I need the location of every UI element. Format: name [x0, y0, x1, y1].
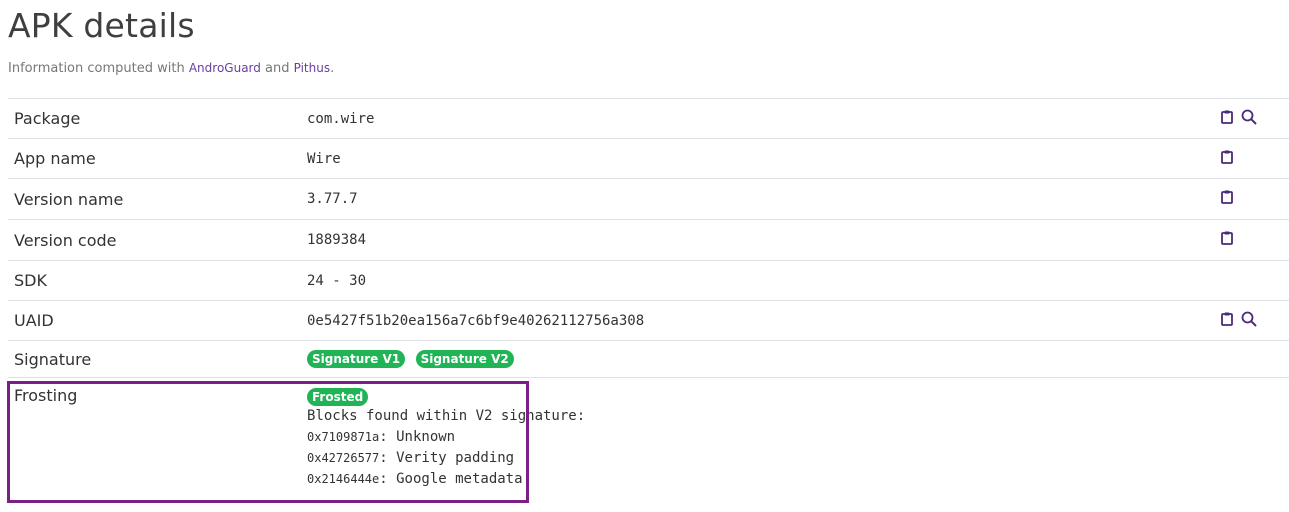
row-label: Package	[14, 109, 81, 128]
list-item: 0x42726577: Verity padding	[307, 448, 1219, 469]
status-badge: Frosted	[307, 388, 369, 406]
row-value: com.wire	[307, 110, 375, 127]
table-row-sdk: SDK 24 - 30	[8, 260, 1289, 301]
clipboard-icon[interactable]	[1219, 109, 1235, 129]
table-row-version-name: Version name 3.77.7	[8, 178, 1289, 220]
row-label: App name	[14, 149, 96, 168]
row-value: 1889384	[307, 232, 367, 248]
subtitle-suffix: .	[330, 61, 335, 76]
clipboard-icon[interactable]	[1219, 311, 1235, 331]
row-label: UAID	[14, 311, 54, 330]
frosting-details: Frosted Blocks found within V2 signature…	[307, 378, 1219, 491]
table-row-app-name: App name Wire	[8, 138, 1289, 179]
clipboard-icon[interactable]	[1219, 230, 1235, 250]
signature-badges: Signature V1 Signature V2	[307, 341, 1219, 378]
row-actions	[1219, 99, 1289, 139]
list-item: 0x7109871a: Unknown	[307, 427, 1219, 448]
row-value: 0e5427f51b20ea156a7c6bf9e40262112756a308	[307, 312, 645, 329]
row-value: 3.77.7	[307, 191, 358, 207]
androguard-link[interactable]: AndroGuard	[189, 61, 261, 75]
row-actions	[1219, 261, 1289, 301]
status-badge: Signature V2	[415, 350, 514, 368]
page-subtitle: Information computed with AndroGuard and…	[8, 61, 334, 76]
pithus-link[interactable]: Pithus	[294, 61, 330, 75]
row-label: Version name	[14, 189, 124, 209]
row-label: Signature	[14, 349, 92, 369]
row-label: Version code	[14, 230, 117, 250]
clipboard-icon[interactable]	[1219, 189, 1235, 209]
table-row-package: Package com.wire	[8, 98, 1289, 139]
block-desc: : Unknown	[379, 429, 456, 445]
row-value: 24 - 30	[307, 272, 367, 289]
block-desc: : Verity padding	[379, 450, 515, 466]
row-actions	[1219, 179, 1289, 220]
block-id: 0x42726577	[307, 451, 380, 465]
block-desc: : Google metadata	[379, 471, 523, 487]
table-row-frosting: Frosting Frosted Blocks found within V2 …	[8, 377, 1289, 491]
block-id: 0x7109871a	[307, 430, 380, 444]
row-actions	[1219, 220, 1289, 261]
table-row-signature: Signature Signature V1 Signature V2	[8, 340, 1289, 378]
row-label: Frosting	[14, 386, 78, 405]
page-title: APK details	[8, 6, 195, 45]
row-actions	[1219, 139, 1289, 179]
search-icon[interactable]	[1240, 108, 1258, 130]
apk-details-table: Package com.wire App name Wire Version n…	[8, 98, 1289, 490]
table-row-version-code: Version code 1889384	[8, 219, 1289, 261]
row-label: SDK	[14, 271, 47, 290]
subtitle-prefix: Information computed with	[8, 61, 189, 76]
block-id: 0x2146444e	[307, 472, 380, 486]
list-item: 0x2146444e: Google metadata	[307, 469, 1219, 490]
frosting-heading: Blocks found within V2 signature:	[307, 408, 586, 424]
subtitle-mid: and	[260, 61, 294, 76]
search-icon[interactable]	[1240, 310, 1258, 332]
clipboard-icon[interactable]	[1219, 149, 1235, 169]
row-value: Wire	[307, 150, 341, 167]
table-row-uaid: UAID 0e5427f51b20ea156a7c6bf9e4026211275…	[8, 300, 1289, 341]
row-actions	[1219, 301, 1289, 341]
status-badge: Signature V1	[307, 350, 406, 368]
